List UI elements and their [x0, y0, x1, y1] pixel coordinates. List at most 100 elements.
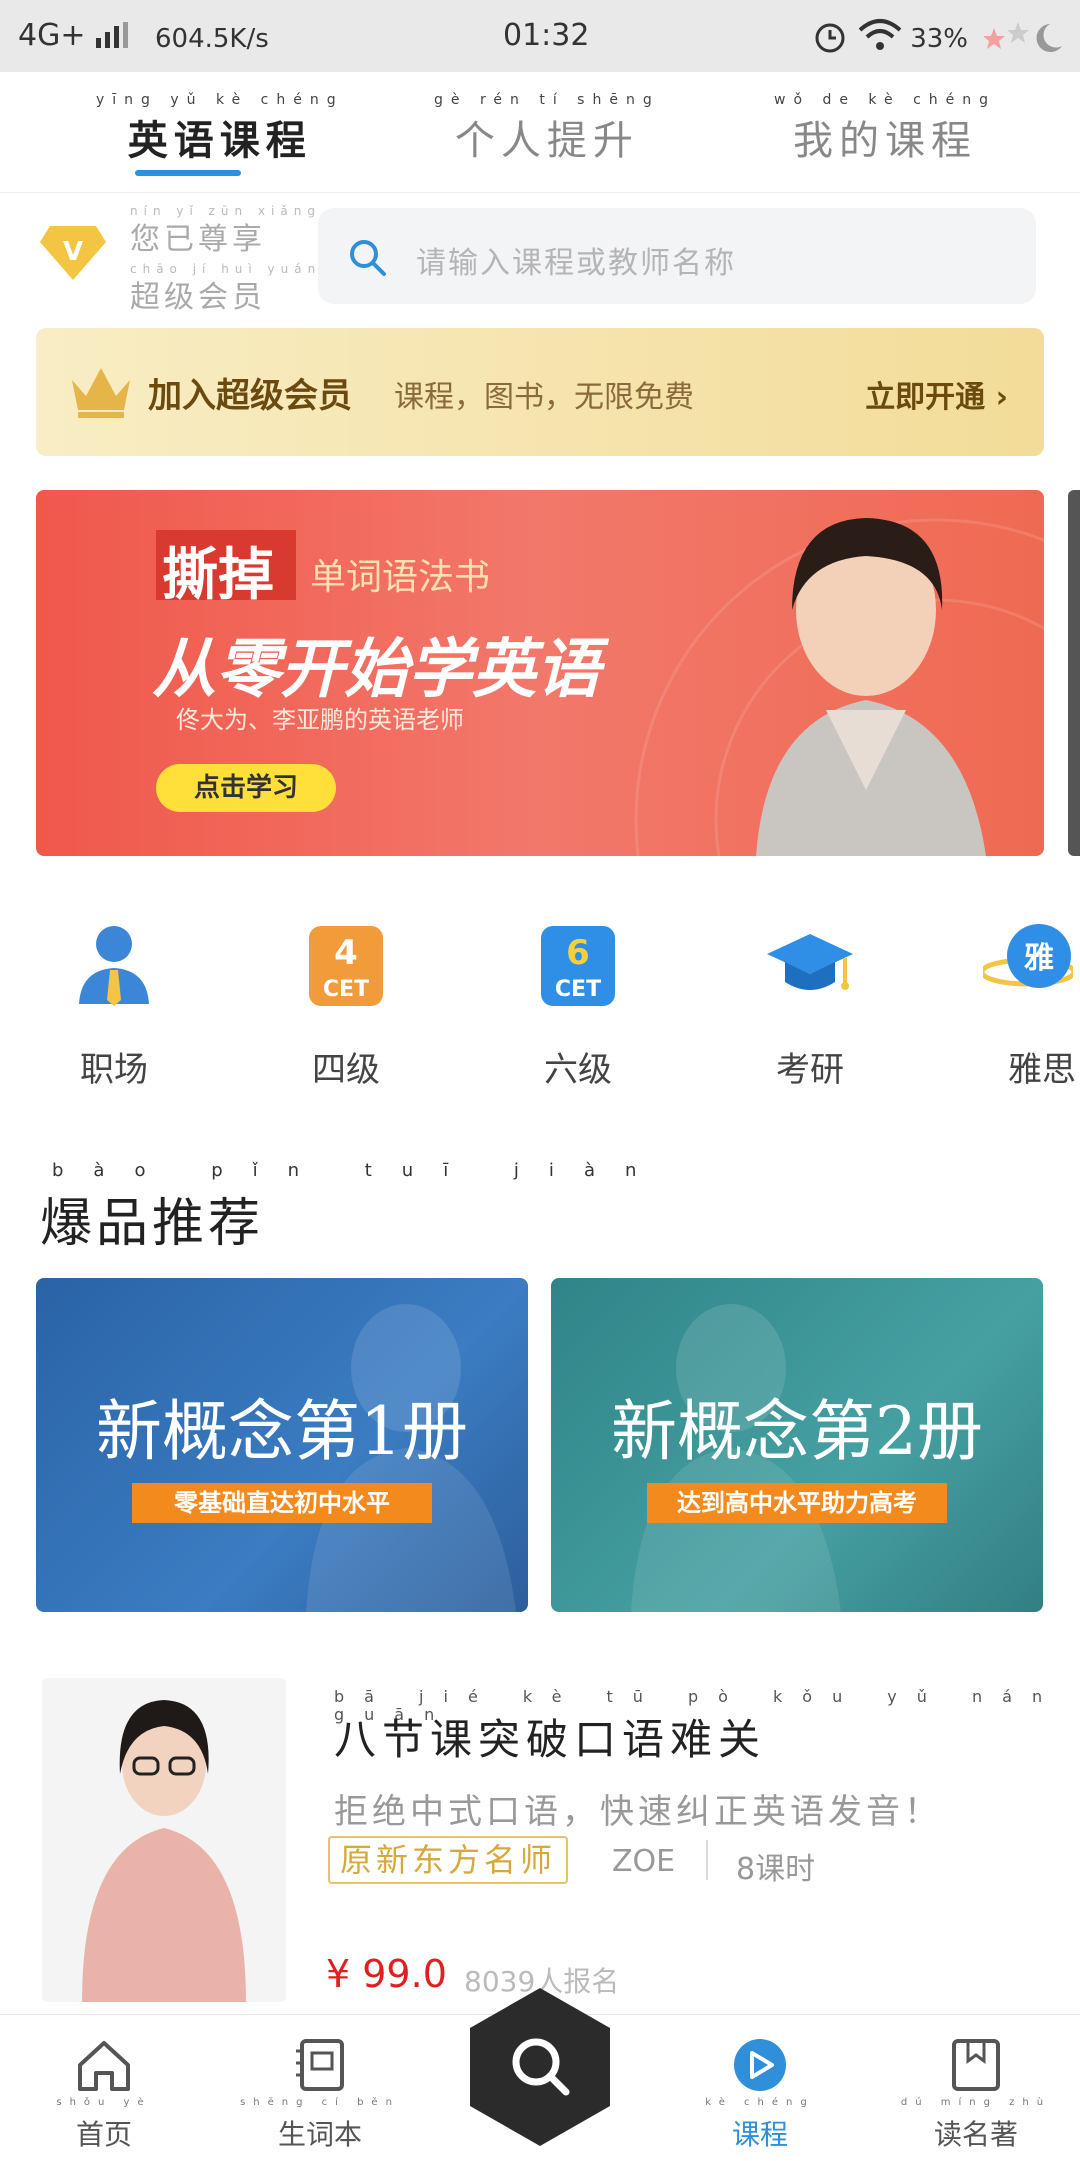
- vip-line2-pinyin: chāo jí huì yuán: [130, 262, 322, 276]
- nav-home[interactable]: shǒu yè 首页: [24, 2037, 184, 2153]
- category-label: 考研: [776, 1050, 844, 1090]
- membership-title: 加入超级会员: [148, 376, 352, 416]
- hero-headline: 从零开始学英语: [152, 633, 600, 707]
- category-ielts[interactable]: 雅 雅思: [952, 920, 1080, 1091]
- course-title-text: 八节课突破口语难关: [334, 1715, 767, 1764]
- promo-subtitle: 达到高中水平助力高考: [647, 1483, 947, 1523]
- svg-text:6: 6: [566, 933, 590, 973]
- network-speed: 604.5K/s: [155, 24, 269, 54]
- svg-text:CET: CET: [555, 977, 601, 1002]
- tab-pinyin: wǒ de kè chéng: [774, 92, 997, 108]
- nav-label: 读名著: [933, 2118, 1018, 2151]
- teacher-name: ZOE: [612, 1844, 676, 1879]
- tab-personal-growth[interactable]: gè rén tí shēng 个人提升: [434, 92, 660, 166]
- category-grid: 职场 4 CET 四级 6 CET 六级 考研 雅 雅思: [0, 920, 1080, 1100]
- nav-vocabulary[interactable]: shēng cí běn 生词本: [240, 2037, 400, 2153]
- vip-search-row: V nín yǐ zūn xiǎng 您已尊享 chāo jí huì yuán…: [0, 192, 1080, 320]
- tab-label: 英语课程: [127, 118, 312, 164]
- vip-line1-pinyin: nín yǐ zūn xiǎng: [130, 204, 321, 218]
- course-hours: 8课时: [736, 1852, 816, 1887]
- search-icon: [350, 240, 386, 276]
- promo-subtitle: 零基础直达初中水平: [132, 1483, 432, 1523]
- battery-level: 33%: [910, 24, 968, 54]
- section-title-text: 爆品推荐: [40, 1194, 265, 1254]
- active-tab-indicator: [135, 170, 241, 176]
- vip-line2: 超级会员: [130, 280, 266, 315]
- category-cet6[interactable]: 6 CET 六级: [488, 920, 668, 1091]
- business-person-icon: [79, 926, 149, 1006]
- tab-pinyin: gè rén tí shēng: [434, 92, 660, 108]
- vip-status[interactable]: nín yǐ zūn xiǎng 您已尊享 chāo jí huì yuán 超…: [130, 204, 321, 320]
- nav-pinyin: shǒu yè: [56, 2097, 152, 2108]
- promo-title: 新概念第1册: [96, 1393, 468, 1470]
- hot-recommendations-title: bào pǐn tuī jiàn 爆品推荐: [40, 1160, 666, 1256]
- cet4-icon: 4 CET: [309, 926, 383, 1006]
- search-placeholder: 请输入课程或教师名称: [416, 246, 736, 281]
- svg-text:CET: CET: [323, 977, 369, 1002]
- category-label: 职场: [80, 1050, 148, 1090]
- bookmark-book-icon: [952, 2039, 1000, 2091]
- nav-classics[interactable]: dú míng zhù 读名著: [896, 2037, 1056, 2153]
- promo-card-book1[interactable]: 新概念第1册 零基础直达初中水平: [36, 1278, 528, 1612]
- vip-line1: 您已尊享: [130, 222, 266, 257]
- tab-label: 个人提升: [454, 118, 639, 164]
- course-description: 拒绝中式口语，快速纠正英语发音！: [334, 1792, 942, 1832]
- promo-card-book2[interactable]: 新概念第2册 达到高中水平助力高考: [551, 1278, 1043, 1612]
- vip-diamond-icon[interactable]: V: [40, 222, 106, 282]
- section-title-pinyin: bào pǐn tuī jiàn: [52, 1160, 667, 1181]
- tab-english-courses[interactable]: yīng yǔ kè chéng 英语课程: [96, 92, 344, 166]
- hero-banner[interactable]: 撕掉 单词语法书 从零开始学英语 佟大为、李亚鹏的英语老师 点击学习: [36, 490, 1044, 856]
- join-membership-banner[interactable]: 加入超级会员 课程，图书，无限免费 立即开通 ›: [36, 328, 1044, 456]
- status-bar: 4G+ 604.5K/s 01:32 33%: [0, 0, 1080, 72]
- graduation-cap-icon: [767, 934, 853, 990]
- hero-tear-text: 撕掉: [162, 543, 274, 608]
- nav-pinyin: shēng cí běn: [240, 2097, 400, 2108]
- svg-text:4: 4: [334, 933, 358, 973]
- category-workplace[interactable]: 职场: [24, 920, 204, 1091]
- nav-label: 课程: [731, 2118, 788, 2151]
- center-search-button[interactable]: [466, 1984, 614, 2150]
- next-banner-peek: [1068, 490, 1080, 856]
- start-learning-button[interactable]: 点击学习: [156, 764, 336, 812]
- alarm-icon: [815, 23, 845, 53]
- category-cet4[interactable]: 4 CET 四级: [256, 920, 436, 1091]
- wifi-icon: [858, 19, 902, 50]
- weather-stars-icon: [984, 22, 1062, 52]
- svg-text:V: V: [63, 237, 83, 267]
- course-price: ¥ 99.0: [326, 1952, 447, 1996]
- nav-label: 首页: [75, 2118, 132, 2151]
- nav-label: 生词本: [277, 2118, 362, 2151]
- notebook-icon: [296, 2039, 344, 2091]
- promo-title: 新概念第2册: [611, 1393, 983, 1470]
- course-title-pinyin: bā jié kè tū pò kǒu yǔ nán guān: [334, 1687, 1063, 1724]
- course-thumbnail: [42, 1678, 286, 2002]
- category-postgrad[interactable]: 考研: [720, 920, 900, 1091]
- tab-pinyin: yīng yǔ kè chéng: [96, 92, 344, 108]
- signal-icon: [96, 22, 128, 48]
- category-label: 雅思: [1008, 1050, 1076, 1090]
- category-label: 四级: [312, 1050, 380, 1090]
- hero-tear-sub: 单词语法书: [310, 557, 491, 598]
- divider: [706, 1840, 708, 1880]
- svg-text:雅: 雅: [1024, 941, 1054, 976]
- search-input[interactable]: 请输入课程或教师名称: [318, 208, 1036, 304]
- ielts-icon: 雅: [979, 924, 1077, 988]
- tab-my-courses[interactable]: wǒ de kè chéng 我的课程: [774, 92, 996, 166]
- nav-pinyin: dú míng zhù: [900, 2097, 1052, 2108]
- course-list-item[interactable]: bā jié kè tū pò kǒu yǔ nán guān 八节课突破口语难…: [0, 1672, 1080, 2012]
- teacher-photo: [42, 1678, 286, 2002]
- network-indicator: 4G+: [18, 18, 86, 53]
- teacher-tag-text: 原新东方名师: [340, 1841, 557, 1879]
- crown-icon: [72, 368, 130, 418]
- activate-now-button[interactable]: 立即开通 ›: [865, 372, 1008, 416]
- course-title: bā jié kè tū pò kǒu yǔ nán guān 八节课突破口语难…: [334, 1688, 1080, 1767]
- tab-label: 我的课程: [793, 118, 978, 164]
- home-icon: [78, 2041, 130, 2091]
- cet6-icon: 6 CET: [541, 926, 615, 1006]
- hero-teacher-text: 佟大为、李亚鹏的英语老师: [176, 706, 464, 734]
- membership-subtitle: 课程，图书，无限免费: [394, 380, 694, 415]
- teacher-photo: [756, 518, 986, 856]
- play-icon: [734, 2039, 786, 2091]
- clock: 01:32: [503, 18, 590, 53]
- nav-courses[interactable]: kè chéng 课程: [680, 2037, 840, 2153]
